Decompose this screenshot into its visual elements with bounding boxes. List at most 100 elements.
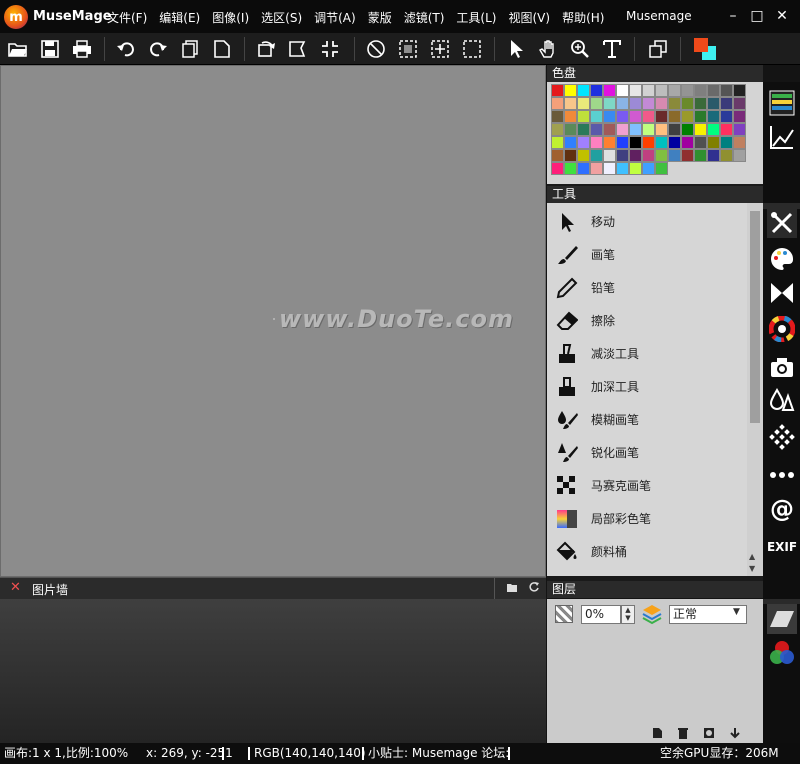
maximize-button[interactable]: □: [748, 7, 766, 25]
color-swatch[interactable]: [590, 136, 603, 149]
camera-icon[interactable]: [767, 352, 797, 382]
color-swatch[interactable]: [629, 110, 642, 123]
tools-panel-icon[interactable]: [767, 208, 797, 238]
minimize-button[interactable]: –: [724, 7, 742, 25]
color-swatch[interactable]: [629, 97, 642, 110]
layer-plane-icon[interactable]: [767, 604, 797, 634]
more-options-icon[interactable]: [767, 460, 797, 490]
tool-item[interactable]: 移动: [547, 205, 747, 238]
color-swatch[interactable]: [733, 110, 746, 123]
text-tool-icon[interactable]: [600, 37, 624, 61]
color-swatch[interactable]: [733, 149, 746, 162]
color-swatch[interactable]: [603, 136, 616, 149]
color-swatch[interactable]: [694, 97, 707, 110]
layer-mask-icon[interactable]: [703, 727, 715, 743]
color-swatch[interactable]: [720, 97, 733, 110]
color-swatch[interactable]: [733, 136, 746, 149]
copy-icon[interactable]: [178, 37, 202, 61]
menu-edit[interactable]: 编辑(E): [159, 9, 200, 26]
sharpen-drop-icon[interactable]: [767, 386, 797, 416]
refresh-icon[interactable]: [528, 581, 540, 596]
select-center-icon[interactable]: [428, 37, 452, 61]
menu-tools[interactable]: 工具(L): [456, 9, 496, 26]
color-swatch[interactable]: [577, 97, 590, 110]
close-icon[interactable]: ✕: [10, 580, 21, 595]
curves-panel-icon[interactable]: [767, 122, 797, 152]
pointer-icon[interactable]: [504, 37, 528, 61]
texture-pattern-icon[interactable]: [767, 422, 797, 452]
redo-icon[interactable]: [146, 37, 170, 61]
fit-screen-icon[interactable]: [318, 37, 342, 61]
color-swatch[interactable]: [577, 110, 590, 123]
color-swatch[interactable]: [551, 110, 564, 123]
flip-icon[interactable]: [286, 37, 310, 61]
color-swatch[interactable]: [655, 149, 668, 162]
color-swatch[interactable]: [590, 84, 603, 97]
color-swatch[interactable]: [681, 149, 694, 162]
color-swatch[interactable]: [603, 162, 616, 175]
color-swatch[interactable]: [551, 162, 564, 175]
menu-help[interactable]: 帮助(H): [562, 9, 604, 26]
color-swatch[interactable]: [642, 149, 655, 162]
color-swatch[interactable]: [616, 162, 629, 175]
tool-item[interactable]: 减淡工具: [547, 337, 747, 370]
color-swatch[interactable]: [642, 110, 655, 123]
menu-adjust[interactable]: 调节(A): [314, 9, 356, 26]
tool-item[interactable]: 局部彩色笔: [547, 502, 747, 535]
color-swatch[interactable]: [694, 110, 707, 123]
deselect-icon[interactable]: [364, 37, 388, 61]
color-swatch[interactable]: [668, 149, 681, 162]
color-swatch[interactable]: [694, 136, 707, 149]
color-swatch[interactable]: [733, 84, 746, 97]
scroll-up-icon[interactable]: ▲: [749, 552, 755, 561]
butterfly-icon[interactable]: [767, 278, 797, 308]
color-swatch[interactable]: [655, 123, 668, 136]
tool-item[interactable]: 模糊画笔: [547, 403, 747, 436]
opacity-input[interactable]: 0%: [581, 605, 621, 624]
color-swatch[interactable]: [681, 123, 694, 136]
color-swatch[interactable]: [577, 149, 590, 162]
tool-item[interactable]: 铅笔: [547, 271, 747, 304]
color-swatch[interactable]: [629, 136, 642, 149]
color-swatch[interactable]: [616, 84, 629, 97]
color-swatch[interactable]: [720, 136, 733, 149]
close-button[interactable]: ✕: [773, 7, 791, 25]
color-swatch[interactable]: [642, 136, 655, 149]
menu-mask[interactable]: 蒙版: [368, 9, 392, 26]
open-icon[interactable]: [6, 37, 30, 61]
color-swatch[interactable]: [642, 84, 655, 97]
color-swatch[interactable]: [577, 84, 590, 97]
color-swatch[interactable]: [720, 110, 733, 123]
color-swatch[interactable]: [707, 110, 720, 123]
picture-wall[interactable]: [0, 599, 546, 743]
color-swatch[interactable]: [655, 136, 668, 149]
scroll-down-icon[interactable]: ▼: [749, 564, 755, 573]
color-swatch[interactable]: [551, 97, 564, 110]
menu-filter[interactable]: 滤镜(T): [404, 9, 445, 26]
color-swatch[interactable]: [616, 149, 629, 162]
exif-button[interactable]: EXIF: [767, 532, 797, 562]
select-all-icon[interactable]: [396, 37, 420, 61]
color-swatch[interactable]: [577, 136, 590, 149]
color-swatch[interactable]: [590, 110, 603, 123]
marquee-select-icon[interactable]: [460, 37, 484, 61]
color-swatch[interactable]: [629, 162, 642, 175]
color-swatch[interactable]: [720, 123, 733, 136]
tool-item[interactable]: 锐化画笔: [547, 436, 747, 469]
color-swatch[interactable]: [603, 84, 616, 97]
color-swatch[interactable]: [642, 97, 655, 110]
color-swatch[interactable]: [551, 136, 564, 149]
color-swatch[interactable]: [655, 84, 668, 97]
save-icon[interactable]: [38, 37, 62, 61]
color-swatch[interactable]: [707, 136, 720, 149]
color-swatch[interactable]: [707, 149, 720, 162]
color-swatch[interactable]: [551, 149, 564, 162]
color-swatch[interactable]: [564, 123, 577, 136]
undo-icon[interactable]: [114, 37, 138, 61]
layers-copy-icon[interactable]: [646, 37, 670, 61]
new-page-icon[interactable]: [210, 37, 234, 61]
zoom-icon[interactable]: [568, 37, 592, 61]
palette-panel-icon[interactable]: [767, 88, 797, 118]
color-swatch[interactable]: [564, 149, 577, 162]
color-swatch[interactable]: [590, 162, 603, 175]
